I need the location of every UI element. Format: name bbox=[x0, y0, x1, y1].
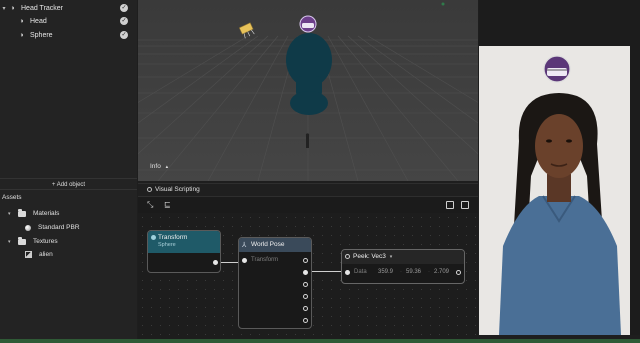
node-subtitle: Sphere bbox=[158, 242, 176, 248]
expand-arrow-icon[interactable]: ▾ bbox=[8, 239, 14, 245]
camera-preview bbox=[479, 46, 640, 335]
script-graph-icon bbox=[147, 187, 152, 192]
output-port[interactable] bbox=[303, 282, 308, 287]
left-panel: ▾ ◑ Head Tracker ✓ ◑ Head ✓ ◑ Sphere ✓ +… bbox=[0, 0, 137, 343]
input-port-data[interactable] bbox=[345, 270, 350, 275]
node-transform[interactable]: Transform Sphere bbox=[147, 230, 221, 273]
hierarchy-item-head-tracker[interactable]: ▾ ◑ Head Tracker ✓ bbox=[0, 1, 137, 15]
asset-item-standard-pbr[interactable]: Standard PBR bbox=[25, 221, 80, 234]
node-title: Transform bbox=[158, 234, 188, 241]
port-label: Data bbox=[354, 269, 367, 275]
hierarchy-item-sphere[interactable]: ◑ Sphere ✓ bbox=[0, 28, 137, 42]
asset-item-alien[interactable]: alien bbox=[25, 248, 53, 261]
expand-arrow-icon[interactable]: ▾ bbox=[0, 5, 8, 12]
node-header: Peek: Vec3 ▾ bbox=[342, 250, 464, 264]
visual-scripting-toolbar: ⤡ ⊑ bbox=[138, 197, 478, 213]
chevron-down-icon[interactable]: ▾ bbox=[390, 254, 393, 260]
folder-icon bbox=[18, 208, 26, 217]
node-world-pose[interactable]: World Pose ⅄ Transform bbox=[238, 237, 312, 329]
collapse-icon[interactable]: ⤡ bbox=[147, 200, 153, 210]
visibility-check-icon[interactable]: ✓ bbox=[120, 4, 128, 12]
node-header: Transform Sphere bbox=[148, 231, 220, 253]
visibility-check-icon[interactable]: ✓ bbox=[120, 17, 128, 25]
folder-icon bbox=[18, 236, 26, 245]
output-port[interactable] bbox=[213, 260, 218, 265]
object-icon: ◑ bbox=[19, 17, 24, 25]
zoom-fit-icon[interactable] bbox=[446, 201, 454, 209]
asset-label: Standard PBR bbox=[38, 224, 80, 231]
output-port[interactable] bbox=[303, 294, 308, 299]
separator: · bbox=[428, 269, 430, 275]
asset-label: Textures bbox=[33, 238, 58, 245]
port-label: Transform bbox=[251, 257, 279, 263]
input-port-transform[interactable] bbox=[242, 258, 247, 263]
assets-title: Assets bbox=[2, 194, 22, 201]
output-port[interactable] bbox=[303, 318, 308, 323]
asset-label: alien bbox=[39, 251, 53, 258]
output-port[interactable] bbox=[303, 258, 308, 263]
caret-up-icon: ▴ bbox=[165, 164, 169, 170]
hierarchy-item-label: Head Tracker bbox=[21, 4, 64, 12]
preview-top-bar bbox=[479, 0, 640, 46]
scene-viewport[interactable] bbox=[138, 0, 478, 181]
output-port[interactable] bbox=[456, 270, 461, 275]
texture-icon bbox=[25, 251, 32, 258]
node-title: World Pose bbox=[251, 241, 285, 248]
grid-floor bbox=[138, 0, 478, 181]
separator: · bbox=[400, 269, 402, 275]
object-icon: ◑ bbox=[19, 31, 24, 39]
asset-label: Materials bbox=[33, 210, 60, 217]
asset-folder-textures[interactable]: ▾ Textures bbox=[8, 235, 58, 248]
output-port[interactable] bbox=[303, 306, 308, 311]
person-image bbox=[479, 46, 640, 335]
visibility-check-icon[interactable]: ✓ bbox=[120, 31, 128, 39]
preview-scrollbar[interactable] bbox=[630, 46, 640, 335]
hierarchy-item-label: Head bbox=[30, 17, 47, 25]
object-icon: ◑ bbox=[10, 4, 15, 12]
status-bar bbox=[0, 339, 640, 343]
node-header: World Pose bbox=[239, 238, 311, 252]
transform-icon bbox=[151, 235, 156, 240]
expand-panel-icon[interactable] bbox=[461, 201, 469, 209]
node-title: Peek: Vec3 bbox=[353, 253, 386, 260]
hierarchy-item-head[interactable]: ◑ Head ✓ bbox=[0, 14, 137, 28]
layout-icon[interactable]: ⊑ bbox=[164, 200, 171, 209]
info-dropdown[interactable]: Info ▴ bbox=[150, 163, 168, 170]
peek-icon bbox=[345, 254, 350, 259]
asset-folder-materials[interactable]: ▾ Materials bbox=[8, 207, 59, 220]
wire-worldpose-to-peek bbox=[310, 271, 343, 272]
hierarchy-item-label: Sphere bbox=[30, 31, 53, 39]
output-port[interactable] bbox=[303, 270, 308, 275]
expand-arrow-icon[interactable]: ▾ bbox=[8, 211, 14, 217]
material-sphere-icon bbox=[25, 224, 31, 231]
world-pose-icon: ⅄ bbox=[242, 242, 247, 249]
info-label: Info bbox=[150, 163, 161, 170]
value-z: 2.709 bbox=[434, 269, 450, 275]
visual-scripting-title: Visual Scripting bbox=[155, 186, 200, 193]
node-peek-vec3[interactable]: Peek: Vec3 ▾ Data 359.9 · 59.36 · 2.709 bbox=[341, 249, 465, 284]
value-y: 59.36 bbox=[406, 269, 422, 275]
value-x: 359.9 bbox=[378, 269, 394, 275]
add-object-button[interactable]: + Add object bbox=[0, 178, 137, 190]
